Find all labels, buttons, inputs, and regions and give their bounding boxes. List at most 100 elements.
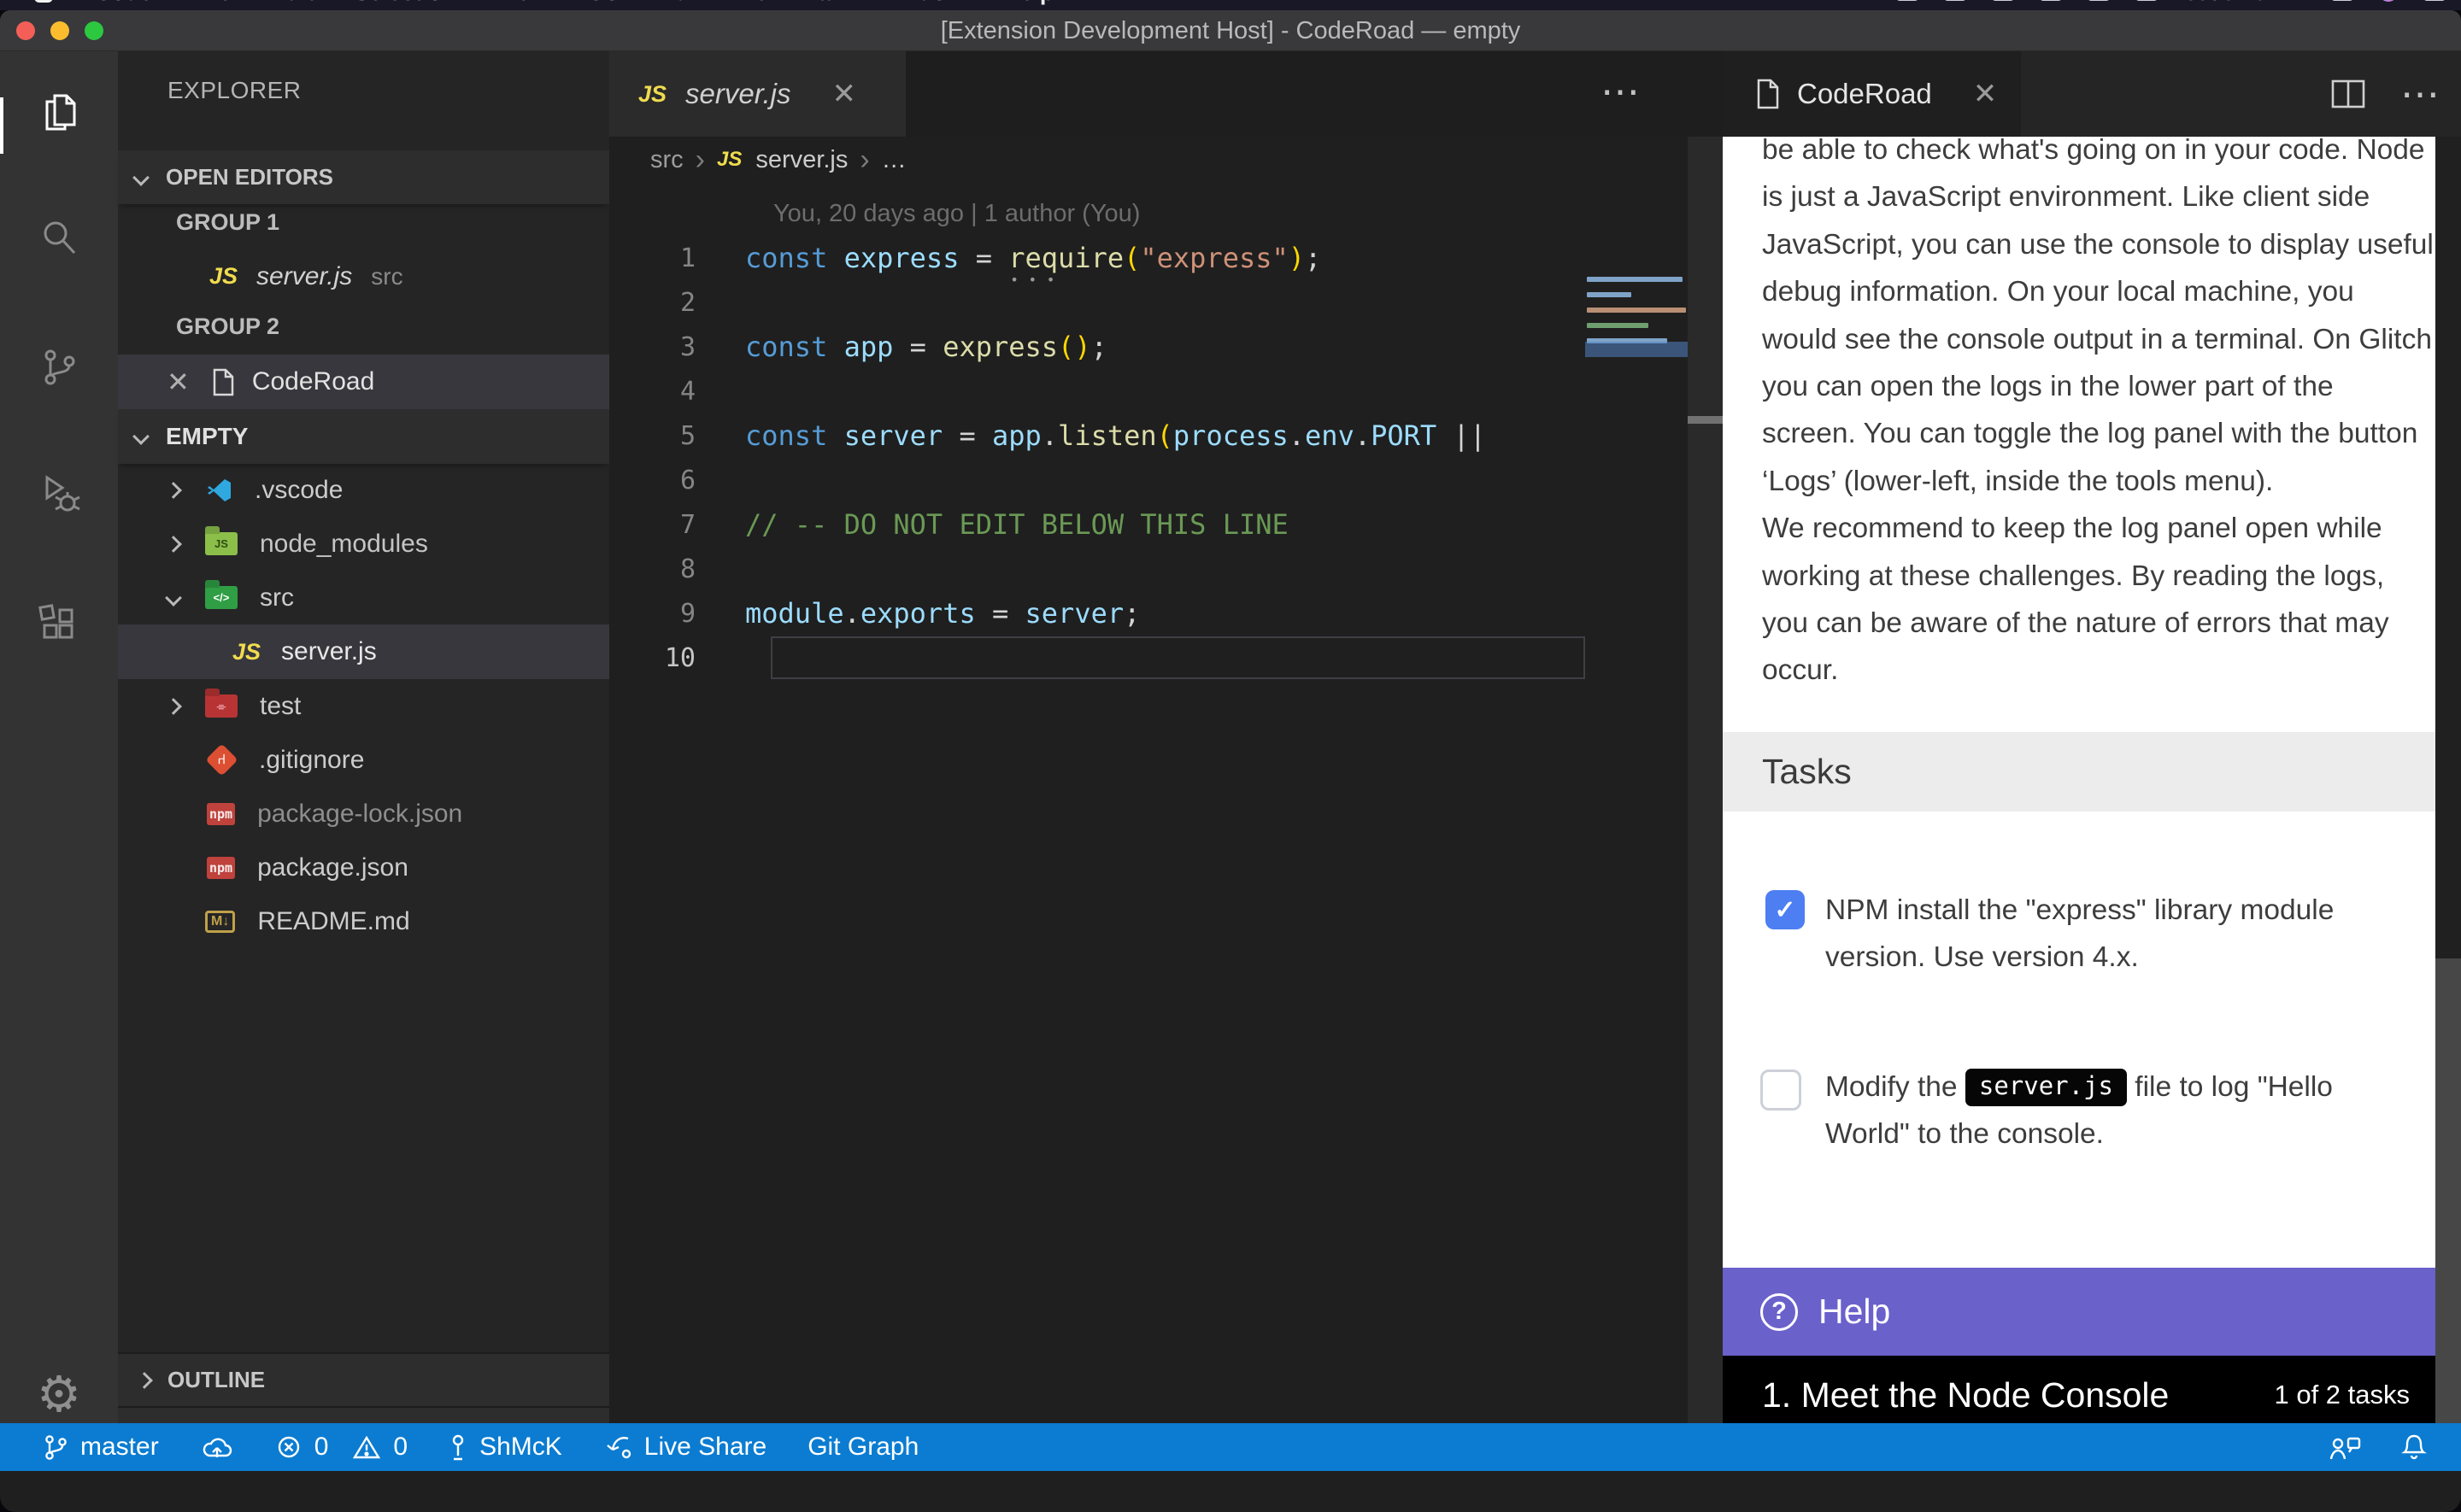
tree-item-label: .vscode xyxy=(255,476,343,505)
code-token: app xyxy=(992,419,1042,452)
code-line[interactable]: 6 xyxy=(609,458,1723,502)
open-editor-item-coderoad[interactable]: ✕ CodeRoad xyxy=(118,355,609,409)
breadcrumb-symbol[interactable]: … xyxy=(882,146,907,174)
menubar-status-icon[interactable] xyxy=(1944,0,1966,1)
tree-item-readme[interactable]: M↓ README.md xyxy=(118,894,609,948)
siri-icon[interactable] xyxy=(2379,0,2398,2)
editor-panel-divider[interactable] xyxy=(1688,137,1723,1464)
chevron-right-icon xyxy=(136,1372,153,1389)
files-icon xyxy=(37,90,81,134)
code-token: const xyxy=(745,331,844,363)
help-accordion[interactable]: ? Help xyxy=(1723,1268,2435,1356)
line-number: 3 xyxy=(609,332,721,362)
git-graph-button[interactable]: Git Graph xyxy=(808,1433,919,1462)
close-icon[interactable]: ✕ xyxy=(832,77,857,111)
chevron-right-icon xyxy=(165,482,182,499)
menu-item[interactable]: Go xyxy=(567,0,639,5)
coderoad-panel: CodeRoad ✕ ⋯ be able to check what's goi… xyxy=(1723,51,2461,1464)
tree-item-package-lock[interactable]: npm package-lock.json xyxy=(118,787,609,841)
live-share-button[interactable]: Live Share xyxy=(603,1433,766,1462)
control-center-icon[interactable] xyxy=(2423,0,2446,1)
split-editor-icon[interactable] xyxy=(2330,79,2366,109)
menu-item[interactable]: Run xyxy=(639,0,723,5)
sidebar-item-source-control[interactable] xyxy=(0,329,118,406)
menu-item[interactable]: Terminal xyxy=(723,0,857,5)
close-icon[interactable]: ✕ xyxy=(167,366,190,398)
search-icon xyxy=(37,215,81,260)
sync-changes-button[interactable] xyxy=(200,1433,234,1461)
folder-section-header[interactable]: EMPTY xyxy=(118,409,609,464)
editor-actions-more-button[interactable]: ⋯ xyxy=(1601,51,1642,137)
tab-serverjs[interactable]: JS server.js ✕ xyxy=(609,51,906,137)
menu-item[interactable]: Window xyxy=(857,0,984,5)
code-line[interactable]: 9module.exports = server; xyxy=(609,591,1723,636)
sidebar-item-explorer[interactable] xyxy=(0,73,118,150)
account-status[interactable]: ShMcK xyxy=(449,1433,562,1462)
tree-item-gitignore[interactable]: ⑁ .gitignore xyxy=(118,733,609,787)
tab-label: server.js xyxy=(685,78,790,110)
menubar-status-icon[interactable] xyxy=(1896,0,1918,1)
vscode-window: CodeFileEditSelectionViewGoRunTerminalWi… xyxy=(0,0,2461,1512)
menubar-status-icon[interactable] xyxy=(2040,0,2062,1)
menubar-status-icon[interactable] xyxy=(1992,0,2014,1)
code-editor[interactable]: You, 20 days ago | 1 author (You) 1const… xyxy=(609,183,1723,1464)
notifications-bell-icon[interactable] xyxy=(2401,1433,2427,1462)
tree-item-src[interactable]: </> src xyxy=(118,571,609,624)
menu-item[interactable]: Edit xyxy=(251,0,334,5)
test-folder-icon: ⌯ xyxy=(205,694,238,718)
tree-item-serverjs[interactable]: JS server.js xyxy=(118,624,609,679)
problems-status[interactable]: 0 0 xyxy=(275,1433,408,1462)
panel-scrollbar-thumb[interactable] xyxy=(2435,958,2461,1430)
line-number: 6 xyxy=(609,466,721,495)
menu-item[interactable]: Code xyxy=(75,0,173,5)
breadcrumb-separator: › xyxy=(860,144,869,177)
code-token: PORT xyxy=(1371,419,1436,452)
code-token: = xyxy=(959,242,1008,274)
explorer-sidebar: EXPLORER OPEN EDITORS GROUP 1 JS server.… xyxy=(118,51,609,1464)
panel-more-actions-button[interactable]: ⋯ xyxy=(2400,54,2442,135)
tree-item-test[interactable]: ⌯ test xyxy=(118,679,609,733)
spotlight-search-icon[interactable] xyxy=(2331,0,2353,1)
window-title: [Extension Development Host] - CodeRoad … xyxy=(0,10,2461,51)
code-line[interactable]: 4 xyxy=(609,369,1723,413)
menu-item[interactable]: View xyxy=(476,0,567,5)
menubar-clock[interactable]: Sat 9:43 PM xyxy=(2183,0,2305,6)
tasks-section-header: Tasks xyxy=(1723,732,2435,812)
line-number: 2 xyxy=(609,288,721,318)
code-line[interactable]: 8 xyxy=(609,547,1723,591)
tree-item-vscode[interactable]: .vscode xyxy=(118,463,609,517)
task-checkbox-unchecked[interactable] xyxy=(1760,1070,1801,1111)
code-line[interactable]: 2 xyxy=(609,280,1723,325)
code-line[interactable]: 5const server = app.listen(process.env.P… xyxy=(609,413,1723,458)
scrollbar-thumb[interactable] xyxy=(1688,416,1723,424)
code-line[interactable]: 3const app = express(); xyxy=(609,325,1723,369)
menu-item[interactable]: File xyxy=(173,0,252,5)
breadcrumb-file[interactable]: server.js xyxy=(755,146,848,174)
sidebar-item-run-debug[interactable] xyxy=(0,454,118,531)
open-editor-item-serverjs[interactable]: JS server.js src xyxy=(118,249,609,303)
close-icon[interactable]: ✕ xyxy=(1973,77,1998,111)
breadcrumb-separator: › xyxy=(696,144,705,177)
breadcrumb-folder[interactable]: src xyxy=(650,146,684,174)
menu-item[interactable]: Help xyxy=(984,0,1074,5)
tree-item-package-json[interactable]: npm package.json xyxy=(118,841,609,894)
breadcrumb[interactable]: src › JS server.js › … xyxy=(609,137,1723,183)
tab-coderoad[interactable]: CodeRoad ✕ xyxy=(1723,51,2021,137)
task-checkbox-checked[interactable]: ✓ xyxy=(1765,890,1805,929)
feedback-icon[interactable] xyxy=(2328,1433,2362,1462)
menubar-status-icon[interactable] xyxy=(2088,0,2110,1)
code-token: express xyxy=(943,331,1058,363)
code-line[interactable]: 1const express = require("express"); xyxy=(609,236,1723,280)
menu-item[interactable]: Selection xyxy=(334,0,476,5)
code-line[interactable]: 10 xyxy=(609,636,1723,680)
battery-icon[interactable] xyxy=(2135,0,2158,1)
editor-group-label: GROUP 1 xyxy=(118,196,609,249)
outline-section-header[interactable]: OUTLINE xyxy=(118,1352,609,1406)
apple-menu-icon[interactable] xyxy=(34,0,53,3)
settings-gear-button[interactable]: ⚙ xyxy=(0,1357,118,1433)
sidebar-item-search[interactable] xyxy=(0,199,118,276)
tree-item-node-modules[interactable]: JS node_modules xyxy=(118,517,609,571)
git-branch-status[interactable]: master xyxy=(43,1433,159,1462)
code-line[interactable]: 7// -- DO NOT EDIT BELOW THIS LINE xyxy=(609,502,1723,547)
sidebar-item-extensions[interactable] xyxy=(0,586,118,663)
